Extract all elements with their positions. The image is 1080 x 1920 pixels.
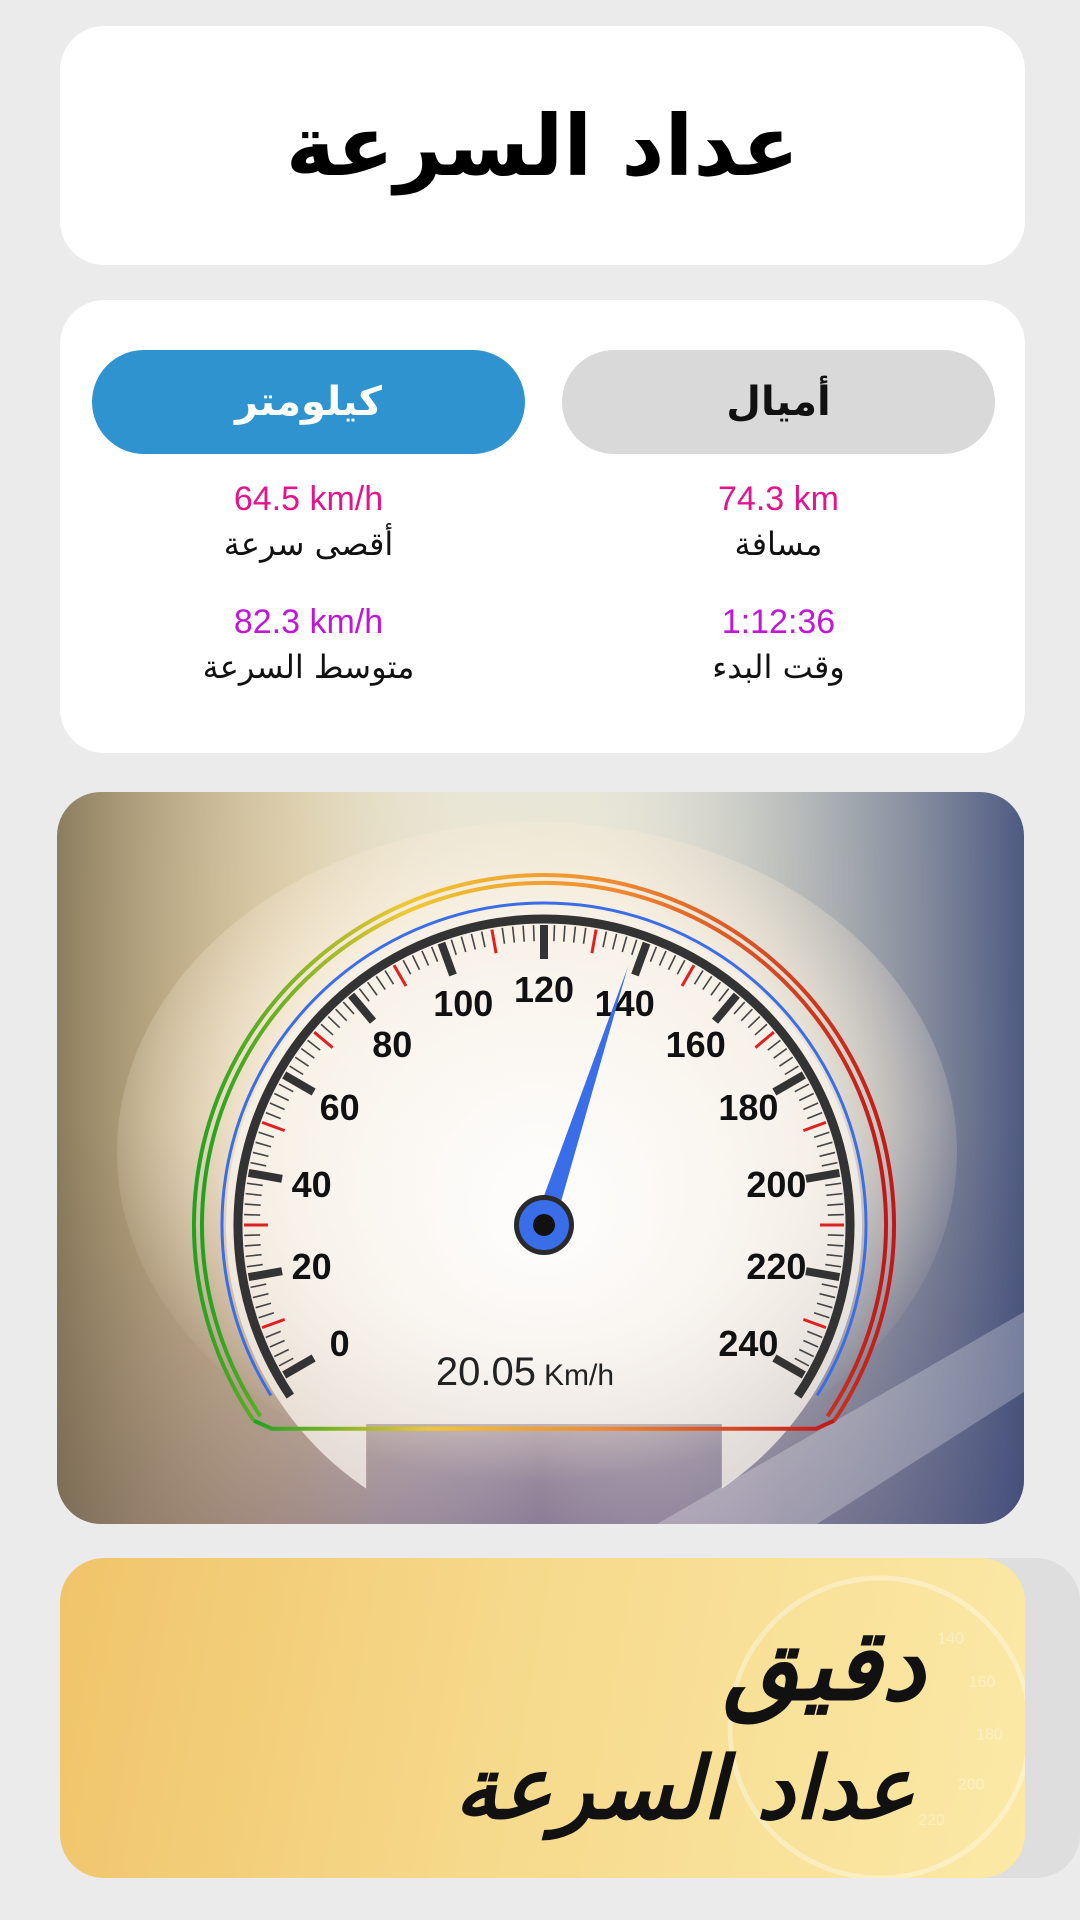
minor-tick (244, 1244, 261, 1247)
watermark-label: 180 (976, 1727, 1003, 1744)
tick-label: 80 (372, 1024, 412, 1065)
banner-line-1: دقيق (723, 1608, 925, 1723)
speedometer-gauge: 020406080100 120 140160180200220240 20.05 … (57, 792, 1024, 1524)
tick-label: 0 (330, 1323, 350, 1364)
tick-label: 180 (718, 1087, 778, 1128)
tick-label: 140 (595, 983, 655, 1024)
needle-hub-center (533, 1214, 555, 1236)
max-speed-stat: 64.5 km/h أقصى سرعة (92, 480, 525, 563)
speedometer-card: 0 20 40 60 80 100 120 140 160 180 200 220 240 20.05 … (57, 792, 1024, 1524)
minor-tick (563, 925, 566, 942)
page-title: عداد السرعة (285, 96, 800, 195)
minor-tick (244, 1234, 261, 1237)
speed-unit: Km/h (544, 1359, 614, 1392)
miles-button[interactable]: أميال (562, 350, 995, 454)
minor-tick (244, 1203, 261, 1206)
minor-tick (827, 1244, 844, 1247)
minor-tick (827, 1203, 844, 1206)
distance-stat: 74.3 km مسافة (562, 480, 995, 563)
minor-tick (532, 925, 535, 942)
tick-label: 60 (320, 1087, 360, 1128)
stats-card: كيلومتر أميال 64.5 km/h أقصى سرعة 74.3 k… (60, 300, 1025, 753)
app-banner[interactable]: 140 160 180 200 220 دقيق عداد السرعة (60, 1558, 1025, 1878)
distance-value: 74.3 km (718, 480, 839, 518)
max-speed-value: 64.5 km/h (233, 480, 384, 518)
tick-label: 240 (718, 1323, 778, 1364)
watermark-label: 160 (969, 1674, 996, 1691)
tick-label: 120 (514, 969, 574, 1010)
kilometer-button[interactable]: كيلومتر (92, 350, 525, 454)
watermark-label: 200 (958, 1777, 985, 1794)
banner-line-2: عداد السرعة (454, 1738, 915, 1839)
avg-speed-value: 82.3 km/h (233, 603, 384, 641)
minor-tick (244, 1213, 261, 1216)
watermark-label: 140 (937, 1631, 964, 1648)
avg-speed-stat: 82.3 km/h متوسط السرعة (92, 603, 525, 686)
speed-value: 20.05 (436, 1350, 536, 1394)
tick-label: 20 (292, 1246, 332, 1287)
tick-label: 220 (746, 1246, 806, 1287)
distance-label: مسافة (734, 525, 823, 563)
minor-tick (827, 1234, 844, 1237)
tick-label: 160 (666, 1024, 726, 1065)
start-time-stat: 1:12:36 وقت البدء (562, 603, 995, 686)
tick-label: 200 (746, 1164, 806, 1205)
tick-label: 100 (433, 983, 493, 1024)
minor-tick (522, 925, 525, 942)
start-time-value: 1:12:36 (721, 603, 836, 641)
max-speed-label: أقصى سرعة (223, 525, 394, 563)
minor-tick (553, 925, 556, 942)
start-time-label: وقت البدء (712, 648, 845, 686)
avg-speed-label: متوسط السرعة (202, 648, 415, 686)
tick-label: 40 (292, 1164, 332, 1205)
minor-tick (827, 1213, 844, 1216)
watermark-label: 220 (918, 1812, 945, 1829)
title-card: عداد السرعة (60, 26, 1025, 265)
